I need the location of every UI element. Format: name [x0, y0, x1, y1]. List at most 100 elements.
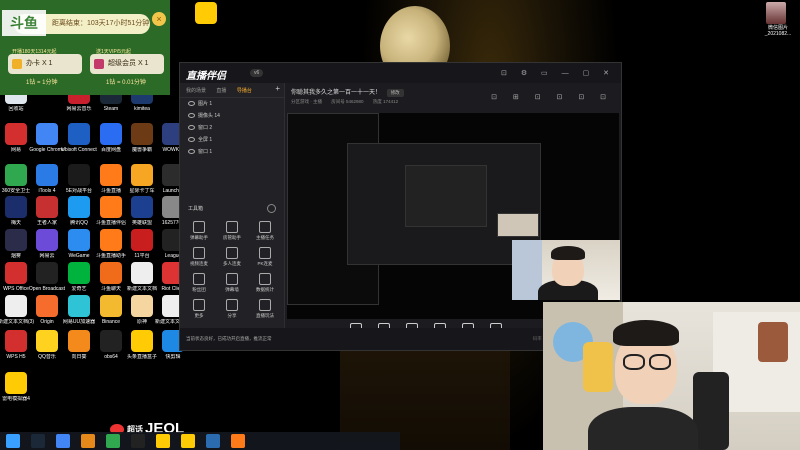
app-icon — [131, 229, 153, 251]
tool-icon — [259, 221, 271, 233]
toolbox-item[interactable]: 房管助手 — [217, 221, 247, 241]
toolbox-item[interactable]: 多人连麦 — [217, 247, 247, 267]
toolbox-item[interactable]: 弹幕助手 — [184, 221, 214, 241]
room-category: 分区游戏 · 主播 — [291, 99, 322, 104]
eye-icon[interactable] — [188, 137, 195, 143]
version-badge: v6 — [250, 69, 264, 77]
toolbox-item[interactable]: 直播玩法 — [250, 299, 280, 319]
gear-icon[interactable] — [267, 204, 276, 213]
app-icon — [36, 196, 58, 218]
eye-icon[interactable] — [188, 113, 195, 119]
toolbox-item[interactable]: 更多 — [184, 299, 214, 319]
reward-card-right[interactable]: 超级会员 X 1 — [90, 54, 164, 74]
image-file-icon[interactable] — [766, 2, 786, 24]
tool-label: 弹幕墙 — [225, 287, 239, 292]
tool-label: 弹幕助手 — [190, 235, 208, 240]
taskbar-browser-icon[interactable] — [81, 434, 95, 448]
app-icon — [100, 330, 122, 352]
taskbar-obs-icon[interactable] — [131, 434, 145, 448]
reward-card-right-label: 超级会员 X 1 — [108, 60, 149, 67]
scene-item[interactable]: 摄像头 14 — [180, 110, 284, 122]
scene-item[interactable]: 全屏 1 — [180, 134, 284, 146]
eye-icon[interactable] — [188, 101, 195, 107]
app-icon — [5, 229, 27, 251]
scene-panel: 我的场景 直播 导播台 + 图片 1 摄像头 14 窗口 2 全屏 1 窗口 1 工具箱… — [180, 83, 285, 328]
eye-icon[interactable] — [188, 149, 195, 155]
reward-card-left[interactable]: 办卡 X 1 — [8, 54, 82, 74]
app-icon — [68, 330, 90, 352]
taskbar-steam-icon[interactable] — [31, 434, 45, 448]
app-icon — [36, 123, 58, 145]
broadcaster-titlebar: 直播伴侣 v6 ⊡ ⚙ ▭ — ▢ ✕ — [180, 63, 621, 83]
app-icon — [68, 262, 90, 284]
room-id: 房间号 5462980 — [331, 99, 364, 104]
tab-my-scenes[interactable]: 我的场景 — [186, 87, 206, 94]
app-icon — [36, 164, 58, 186]
tool-label: 数据统计 — [256, 287, 274, 292]
streamer-shirt-main — [588, 407, 698, 450]
tab-director[interactable]: 导播台 — [237, 87, 252, 94]
taskbar-app2-icon[interactable] — [181, 434, 195, 448]
app-icon — [131, 330, 153, 352]
scene-label: 窗口 1 — [198, 149, 213, 155]
vip-icon — [94, 59, 104, 69]
eye-icon[interactable] — [188, 125, 195, 131]
tool-label: 主播任务 — [256, 235, 274, 240]
app-icon — [5, 372, 27, 394]
tool-label: 粉丝团 — [192, 287, 206, 292]
app-icon — [36, 262, 58, 284]
taskbar-app3-icon[interactable] — [206, 434, 220, 448]
app-icon — [100, 196, 122, 218]
app-icon — [5, 330, 27, 352]
room-title: 你聪其我多久之第一百一十一天！ 修改 — [291, 87, 404, 97]
streamer-hair — [551, 246, 585, 260]
preview-webcam — [497, 213, 539, 237]
card-icon — [12, 59, 22, 69]
toolbox-item[interactable]: PK连麦 — [250, 247, 280, 267]
toolbox-item[interactable]: 弹幕墙 — [217, 273, 247, 293]
window-controls[interactable]: ⊡ ⚙ ▭ — ▢ ✕ — [501, 69, 615, 77]
add-scene-button[interactable]: + — [275, 84, 280, 93]
cam-figure-yellow — [583, 342, 613, 392]
scene-item[interactable]: 窗口 2 — [180, 122, 284, 134]
tool-icon — [226, 221, 238, 233]
toolbox-item[interactable]: 分享 — [217, 299, 247, 319]
room-header: 你聪其我多久之第一百一十一天！ 修改 分区游戏 · 主播 房间号 5462980… — [285, 83, 621, 111]
edit-title-button[interactable]: 修改 — [386, 89, 404, 97]
taskbar-douyu-icon[interactable] — [231, 434, 245, 448]
tool-icon — [193, 299, 205, 311]
taskbar-start-icon[interactable] — [6, 434, 20, 448]
room-title-text: 你聪其我多久之第一百一十一天！ — [291, 90, 382, 96]
taskbar-chrome-icon[interactable] — [56, 434, 70, 448]
scene-item[interactable]: 图片 1 — [180, 98, 284, 110]
scene-item[interactable]: 窗口 1 — [180, 146, 284, 158]
tool-label: 房管助手 — [223, 235, 241, 240]
scene-list: 图片 1 摄像头 14 窗口 2 全屏 1 窗口 1 — [180, 98, 284, 158]
toolbox-item[interactable]: 粉丝团 — [184, 273, 214, 293]
webcam-main — [543, 302, 800, 450]
desktop-icon[interactable] — [186, 2, 226, 26]
toolbox-item[interactable]: 主播任务 — [250, 221, 280, 241]
app-icon — [100, 229, 122, 251]
app-icon — [100, 123, 122, 145]
tool-label: 直播玩法 — [256, 313, 274, 318]
app-icon — [100, 262, 122, 284]
header-tool-icons[interactable]: ⊡ ⊞ ⊡ ⊡ ⊡ ⊡ — [491, 93, 613, 101]
reward-card-left-label: 办卡 X 1 — [26, 60, 53, 67]
image-file-label: 微信图片_2021082... — [764, 25, 792, 37]
close-icon[interactable]: × — [152, 12, 166, 26]
tool-icon — [193, 221, 205, 233]
tool-label: 多人连麦 — [223, 261, 241, 266]
toolbox-item[interactable]: 视频连麦 — [184, 247, 214, 267]
cam-figure-right — [758, 322, 788, 362]
reward-popup: 距离结束：103天17小时51分钟 斗鱼 × 开播180天1314元起 送1天V… — [0, 0, 170, 95]
app-icon — [68, 123, 90, 145]
app-icon — [36, 229, 58, 251]
taskbar-wechat-icon[interactable] — [106, 434, 120, 448]
desktop-icon[interactable]: 雷电模拟器4 — [0, 372, 36, 402]
toolbox-item[interactable]: 数据统计 — [250, 273, 280, 293]
tab-live[interactable]: 直播 — [216, 87, 226, 94]
taskbar-app1-icon[interactable] — [156, 434, 170, 448]
room-heat: 热度 174412 — [372, 99, 399, 104]
app-icon — [68, 295, 90, 317]
